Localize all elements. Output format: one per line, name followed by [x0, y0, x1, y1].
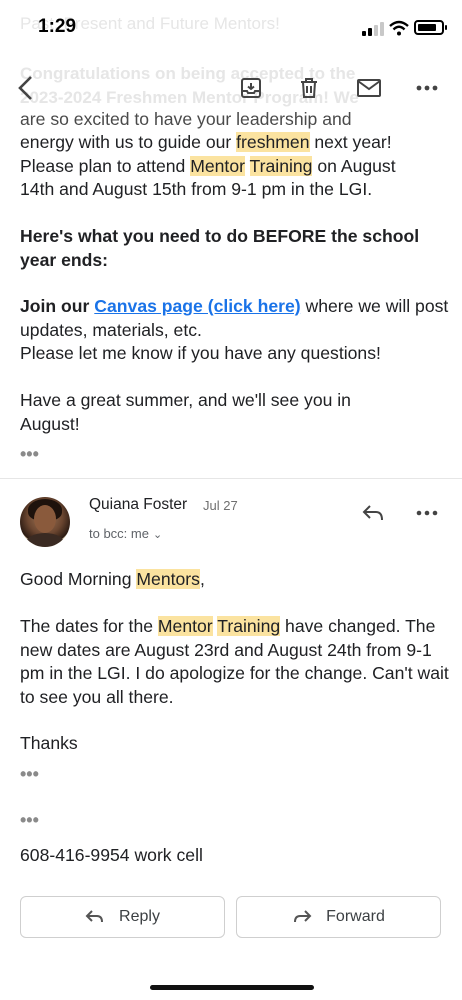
message1-closing: Have a great summer, and we'll see you i…: [20, 390, 351, 434]
forward-label: Forward: [326, 908, 385, 925]
forward-icon: [294, 910, 312, 923]
reply-button[interactable]: Reply: [20, 896, 225, 938]
highlight-mentor: Mentor: [157, 616, 213, 636]
recipients-toggle[interactable]: to bcc: me ⌄: [89, 526, 162, 541]
message-divider: [0, 478, 462, 479]
reply-icon: [362, 505, 383, 521]
canvas-page-link[interactable]: Canvas page (click here): [94, 296, 300, 316]
avatar: [20, 497, 70, 547]
more-options-button[interactable]: [409, 70, 445, 106]
archive-button[interactable]: [233, 70, 269, 106]
message1-join-paragraph: Join our Canvas page (click here) where …: [20, 296, 449, 363]
sender-name: Quiana Foster: [89, 496, 188, 513]
message-toolbar: [0, 56, 462, 120]
more-horiz-icon: [416, 85, 438, 91]
highlight-training: Training: [217, 616, 281, 636]
trash-icon: [301, 78, 317, 98]
wifi-icon: [389, 20, 409, 36]
highlight-mentors: Mentors: [136, 569, 200, 589]
message1-heading: Here's what you need to do BEFORE the sc…: [20, 226, 420, 270]
message-date: Jul 27: [203, 498, 238, 513]
delete-button[interactable]: [291, 70, 327, 106]
cellular-signal-icon: [362, 22, 384, 36]
show-trimmed-content-button[interactable]: •••: [20, 810, 39, 831]
more-horiz-icon: [416, 510, 438, 516]
show-trimmed-content-button[interactable]: •••: [20, 764, 39, 785]
highlight-mentor: Mentor: [190, 155, 245, 176]
archive-icon: [241, 78, 261, 98]
battery-icon: [414, 20, 447, 35]
chevron-down-icon: ⌄: [152, 529, 163, 541]
message2-body: The dates for the Mentor Training have c…: [20, 616, 449, 707]
reply-icon: [85, 910, 104, 923]
back-button[interactable]: [8, 70, 44, 106]
show-trimmed-content-button[interactable]: •••: [20, 444, 39, 465]
home-indicator[interactable]: [150, 985, 314, 990]
highlight-training: Training: [249, 155, 313, 176]
back-arrow-icon: [18, 76, 32, 100]
message-more-button[interactable]: [412, 500, 442, 526]
status-time: 1:29: [38, 16, 77, 37]
message2-thanks: Thanks: [20, 733, 78, 753]
message2-signature: 608-416-9954 work cell: [20, 845, 203, 865]
highlight-freshmen: freshmen: [236, 132, 310, 152]
mail-icon: [357, 79, 381, 97]
message1-paragraph: energy with us to guide our freshmen nex…: [20, 132, 396, 199]
mark-unread-button[interactable]: [351, 70, 387, 106]
reply-label: Reply: [119, 908, 160, 925]
status-bar: 1:29: [0, 0, 462, 56]
message-reply-button[interactable]: [356, 500, 390, 526]
message2-greeting: Good Morning Mentors,: [20, 569, 205, 589]
forward-button[interactable]: Forward: [236, 896, 441, 938]
